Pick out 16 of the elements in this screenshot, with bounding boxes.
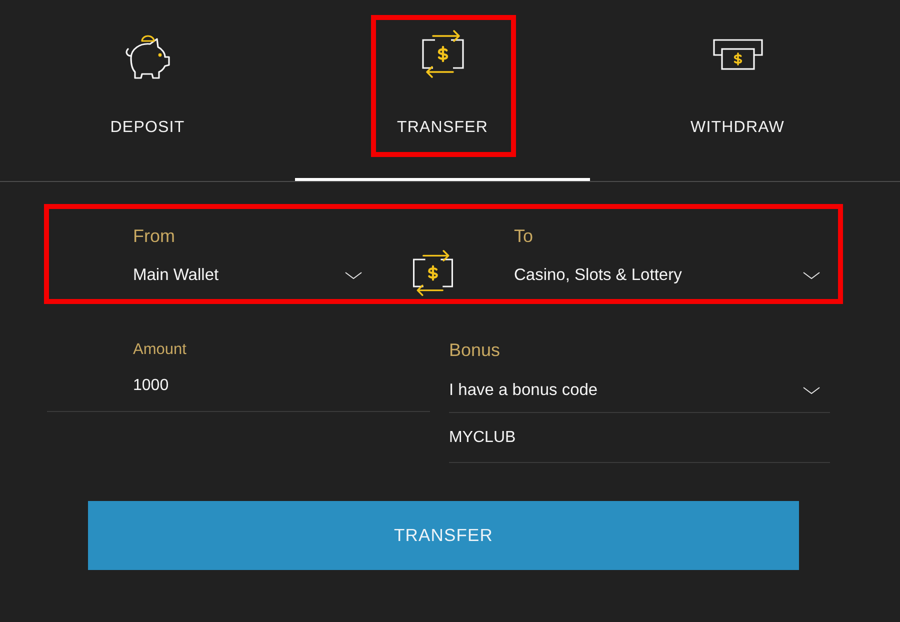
field-label: To [513, 225, 534, 248]
wallet-dropdown[interactable]: Main Wallet [125, 248, 370, 292]
tab[interactable]: WITHDRAW [590, 0, 885, 181]
chevron-down-icon [345, 272, 362, 278]
wallet-dropdown[interactable]: Casino, Slots & Lottery [506, 248, 830, 292]
tab[interactable]: DEPOSIT [0, 0, 295, 181]
tab[interactable]: TRANSFER [295, 0, 590, 181]
chevron-down-icon [803, 272, 820, 278]
field-label: From [132, 225, 176, 248]
field-label: Amount [132, 340, 188, 360]
bonus-dropdown[interactable]: I have a bonus code [449, 362, 830, 413]
amount-input[interactable]: 1000 [47, 362, 430, 412]
cash-withdraw-icon [712, 38, 764, 70]
field-label: Bonus [449, 339, 502, 362]
chevron-down-icon [803, 386, 820, 394]
bonus-code-input[interactable]: MYCLUB [449, 413, 830, 463]
